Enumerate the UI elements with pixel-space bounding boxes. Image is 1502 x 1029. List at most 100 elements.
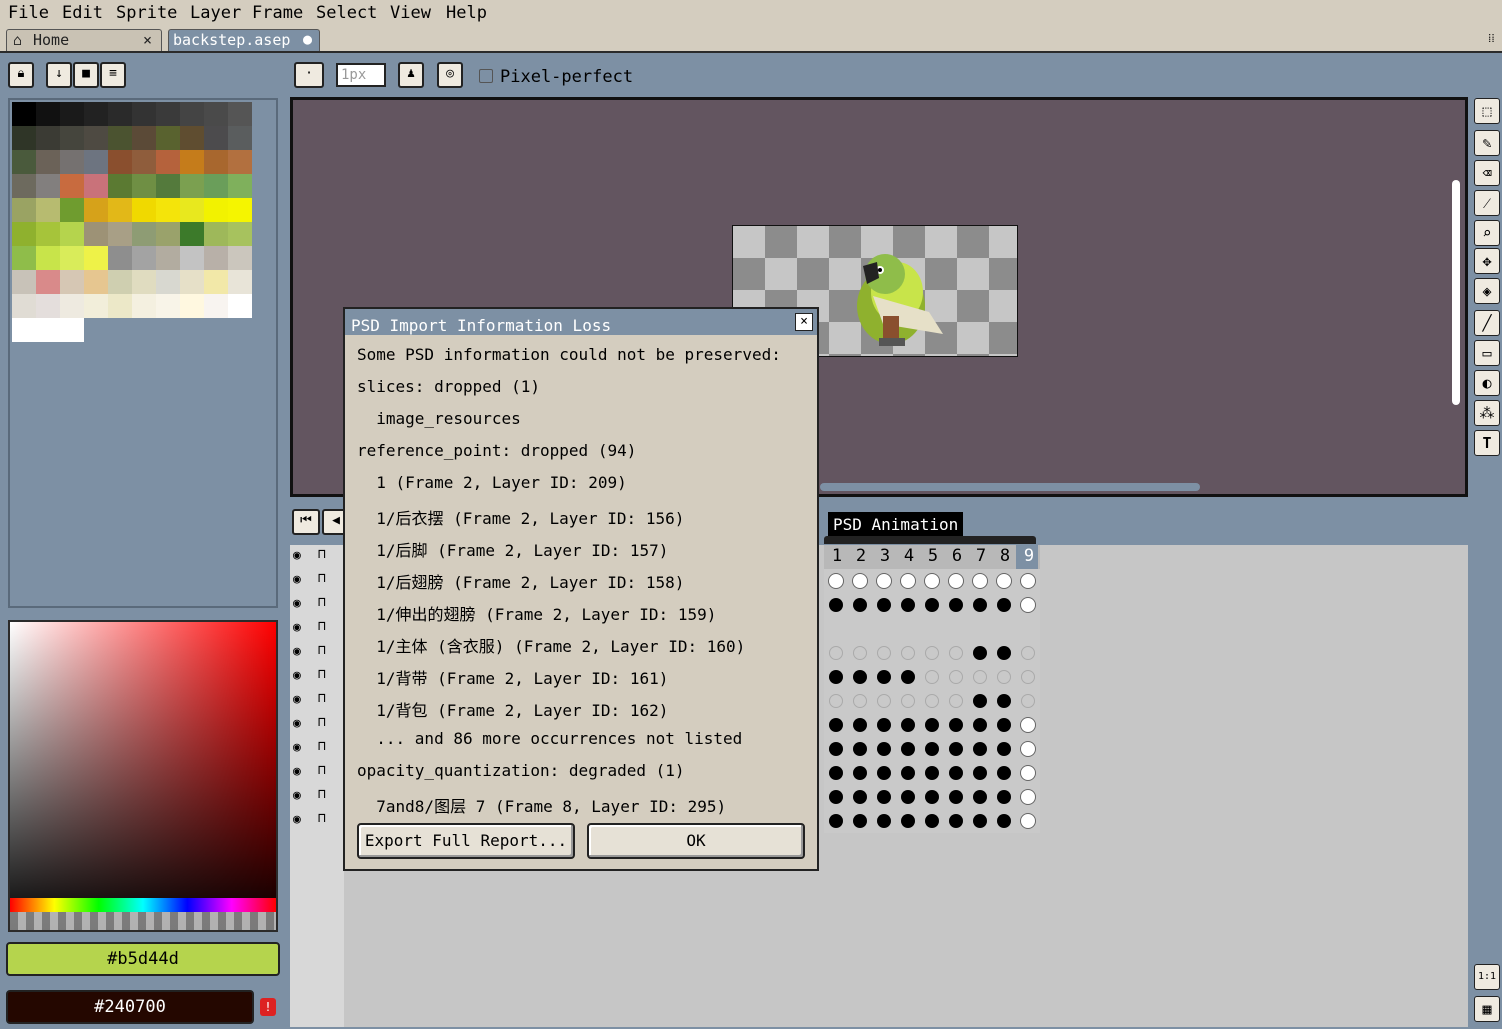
- cel[interactable]: [877, 694, 891, 708]
- eye-icon[interactable]: ◉: [293, 740, 301, 755]
- palette-swatch[interactable]: [228, 126, 252, 150]
- palette-swatch[interactable]: [204, 150, 228, 174]
- cel[interactable]: [901, 790, 915, 804]
- cel[interactable]: [997, 790, 1011, 804]
- lock-icon[interactable]: ⊓: [318, 763, 326, 778]
- palette-menu-icon[interactable]: ≡: [100, 62, 126, 88]
- cel[interactable]: [853, 574, 867, 588]
- frame-number[interactable]: 8: [994, 546, 1016, 566]
- palette-swatch[interactable]: [204, 246, 228, 270]
- cel[interactable]: [877, 670, 891, 684]
- palette-swatch[interactable]: [84, 174, 108, 198]
- palette-swatch[interactable]: [36, 102, 60, 126]
- palette-swatch[interactable]: [12, 270, 36, 294]
- palette-swatch[interactable]: [228, 294, 252, 318]
- cel[interactable]: [949, 646, 963, 660]
- hue-slider[interactable]: [10, 898, 276, 912]
- cel[interactable]: [901, 694, 915, 708]
- tab-home[interactable]: ⌂ Home ×: [6, 29, 162, 51]
- brush-type-button[interactable]: ·: [294, 62, 324, 88]
- palette-swatch[interactable]: [84, 150, 108, 174]
- palette-swatch[interactable]: [60, 246, 84, 270]
- palette-swatch[interactable]: [156, 198, 180, 222]
- lock-icon[interactable]: ⊓: [318, 787, 326, 802]
- cel[interactable]: [997, 766, 1011, 780]
- fill-tool-icon[interactable]: ◈: [1474, 278, 1500, 304]
- palette-swatch[interactable]: [180, 294, 204, 318]
- cel[interactable]: [973, 598, 987, 612]
- cel[interactable]: [901, 598, 915, 612]
- cel[interactable]: [997, 718, 1011, 732]
- palette-swatch[interactable]: [228, 102, 252, 126]
- palette-swatch[interactable]: [204, 294, 228, 318]
- cel[interactable]: [949, 598, 963, 612]
- palette-swatch[interactable]: [180, 270, 204, 294]
- timeline-toggle-icon[interactable]: ▦: [1474, 996, 1500, 1022]
- cel[interactable]: [1021, 598, 1035, 612]
- frame-number[interactable]: 4: [898, 546, 920, 566]
- palette-swatch[interactable]: [204, 198, 228, 222]
- pencil-tool-icon[interactable]: ✎: [1474, 130, 1500, 156]
- move-tool-icon[interactable]: ✥: [1474, 248, 1500, 274]
- lock-icon[interactable]: 🔒︎: [8, 62, 34, 88]
- palette-swatch[interactable]: [180, 126, 204, 150]
- cel[interactable]: [901, 718, 915, 732]
- contour-tool-icon[interactable]: ◐: [1474, 370, 1500, 396]
- lock-icon[interactable]: ⊓: [318, 595, 326, 610]
- cel[interactable]: [925, 718, 939, 732]
- palette-swatch[interactable]: [204, 126, 228, 150]
- cel[interactable]: [925, 694, 939, 708]
- cel[interactable]: [997, 694, 1011, 708]
- palette-swatch[interactable]: [12, 198, 36, 222]
- menu-edit[interactable]: Edit: [62, 3, 103, 23]
- cel[interactable]: [829, 790, 843, 804]
- tab-file[interactable]: backstep.asep ●: [168, 29, 320, 51]
- vertical-scrollbar[interactable]: [1452, 180, 1460, 405]
- cel[interactable]: [853, 718, 867, 732]
- frame-number[interactable]: 1: [826, 546, 848, 566]
- palette-swatch[interactable]: [108, 126, 132, 150]
- cel[interactable]: [997, 742, 1011, 756]
- palette-swatch[interactable]: [84, 294, 108, 318]
- palette-swatch[interactable]: [228, 270, 252, 294]
- palette-swatch[interactable]: [156, 246, 180, 270]
- palette-swatch[interactable]: [108, 198, 132, 222]
- palette-swatch[interactable]: [60, 294, 84, 318]
- palette-swatch[interactable]: [36, 318, 60, 342]
- menu-sprite[interactable]: Sprite: [116, 3, 177, 23]
- cel[interactable]: [973, 670, 987, 684]
- palette-swatch[interactable]: [204, 102, 228, 126]
- pixel-perfect-checkbox[interactable]: [479, 69, 493, 83]
- cel[interactable]: [973, 574, 987, 588]
- cel[interactable]: [853, 766, 867, 780]
- eraser-tool-icon[interactable]: ⌫: [1474, 160, 1500, 186]
- palette-swatch[interactable]: [156, 222, 180, 246]
- eye-icon[interactable]: ◉: [293, 788, 301, 803]
- cel[interactable]: [949, 574, 963, 588]
- palette-swatch[interactable]: [84, 198, 108, 222]
- cel[interactable]: [901, 742, 915, 756]
- palette-swatch[interactable]: [60, 270, 84, 294]
- palette-swatch[interactable]: [132, 294, 156, 318]
- frame-number[interactable]: 9: [1018, 546, 1040, 566]
- marquee-tool-icon[interactable]: ⬚: [1474, 98, 1500, 124]
- cel[interactable]: [853, 742, 867, 756]
- palette-swatch[interactable]: [180, 198, 204, 222]
- palette-swatch[interactable]: [132, 246, 156, 270]
- cel[interactable]: [853, 670, 867, 684]
- menu-file[interactable]: File: [8, 3, 49, 23]
- palette-swatch[interactable]: [60, 174, 84, 198]
- cel[interactable]: [877, 646, 891, 660]
- tab-menu-icon[interactable]: ⁞⁞: [1488, 31, 1495, 46]
- frame-number[interactable]: 5: [922, 546, 944, 566]
- menu-help[interactable]: Help: [446, 3, 487, 23]
- frame-number[interactable]: 6: [946, 546, 968, 566]
- close-icon[interactable]: ×: [143, 30, 152, 51]
- palette-swatch[interactable]: [12, 222, 36, 246]
- save-palette-icon[interactable]: ■: [73, 62, 99, 88]
- eye-icon[interactable]: ◉: [293, 692, 301, 707]
- cel[interactable]: [925, 646, 939, 660]
- palette-swatch[interactable]: [84, 126, 108, 150]
- palette-swatch[interactable]: [228, 246, 252, 270]
- palette-swatch[interactable]: [60, 150, 84, 174]
